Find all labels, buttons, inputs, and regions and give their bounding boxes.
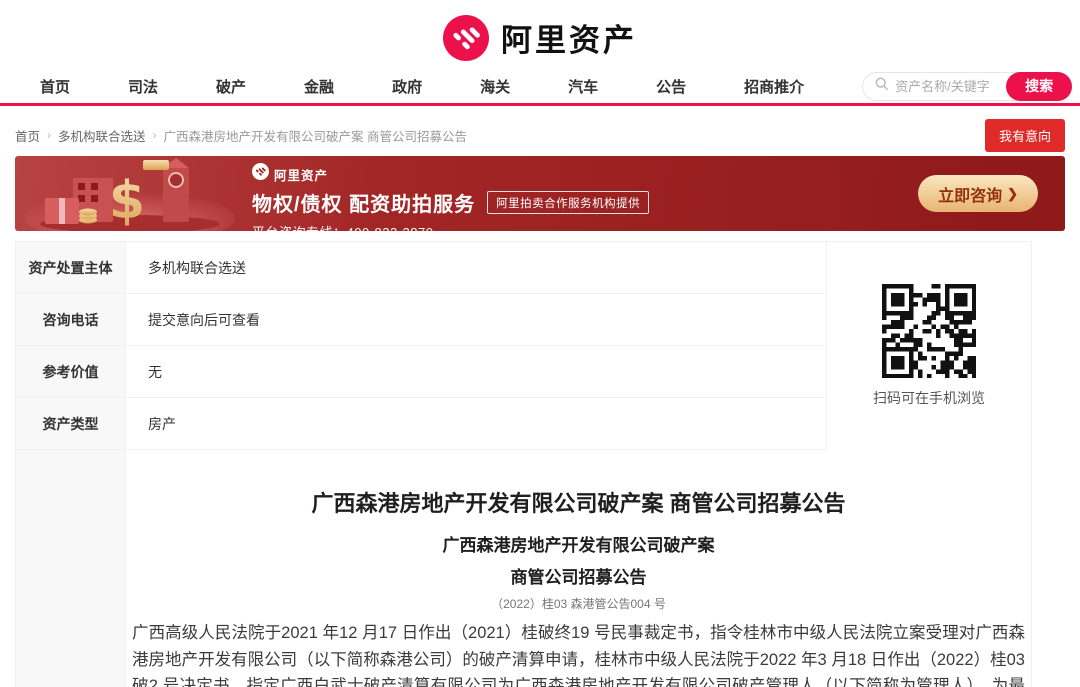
arrow-right-icon: ❯	[1007, 185, 1018, 201]
nav-item-finance[interactable]: 金融	[304, 76, 334, 97]
info-value-ref-value: 无	[126, 346, 826, 398]
announcement-subtitle2: 商管公司招募公告	[510, 568, 647, 587]
nav-item-judicial[interactable]: 司法	[128, 76, 158, 97]
nav-item-government[interactable]: 政府	[392, 76, 422, 97]
info-label-disposer: 资产处置主体	[16, 242, 126, 294]
intent-button[interactable]: 我有意向	[984, 118, 1065, 152]
nav-item-promotion[interactable]: 招商推介	[744, 76, 804, 97]
qr-panel: 扫码可在手机浏览	[826, 242, 1031, 450]
breadcrumb-separator-icon: ›	[152, 128, 157, 142]
info-value-asset-type: 房产	[126, 398, 826, 450]
announcement-section: 广西森港房地产开发有限公司破产案 商管公司招募公告 广西森港房地产开发有限公司破…	[16, 450, 1031, 687]
nav-item-notice[interactable]: 公告	[656, 76, 686, 97]
banner-tag: 阿里拍卖合作服务机构提供	[487, 191, 650, 214]
asset-detail-box: 资产处置主体 多机构联合选送 扫码可在手机浏览 咨询电话 提交意向后可查看 参考…	[15, 241, 1032, 687]
svg-text:$: $	[109, 171, 145, 231]
info-label-phone: 咨询电话	[16, 294, 126, 346]
nav-item-bankruptcy[interactable]: 破产	[216, 76, 246, 97]
banner-brand-name: 阿里资产	[274, 168, 329, 183]
search-icon	[875, 77, 889, 96]
main-nav: 首页 司法 破产 金融 政府 海关 汽车 公告 招商推介 搜索	[0, 71, 1080, 106]
breadcrumb-home[interactable]: 首页	[15, 126, 40, 145]
announcement-title: 广西森港房地产开发有限公司破产案 商管公司招募公告	[311, 491, 846, 516]
announcement-doc-number: （2022）桂03 森港管公告004 号	[491, 597, 666, 611]
nav-item-auto[interactable]: 汽车	[568, 76, 598, 97]
qr-caption: 扫码可在手机浏览	[873, 390, 985, 407]
site-header: 阿里资产	[0, 0, 1080, 75]
breadcrumb: 首页 › 多机构联合选送 › 广西森港房地产开发有限公司破产案 商管公司招募公告…	[0, 118, 1080, 152]
breadcrumb-current: 广西森港房地产开发有限公司破产案 商管公司招募公告	[163, 129, 468, 144]
banner-illustration: $	[15, 156, 245, 231]
brand-gavel-icon[interactable]	[443, 14, 489, 61]
announcement-content: 广西森港房地产开发有限公司破产案 商管公司招募公告 广西森港房地产开发有限公司破…	[126, 450, 1031, 687]
announcement-subtitle1: 广西森港房地产开发有限公司破产案	[442, 536, 715, 555]
info-value-phone: 提交意向后可查看	[126, 294, 826, 346]
nav-item-customs[interactable]: 海关	[480, 76, 510, 97]
breadcrumb-category[interactable]: 多机构联合选送	[58, 126, 146, 145]
announcement-body: 广西高级人民法院于2021 年12 月17 日作出（2021）桂破终19 号民事…	[132, 624, 1025, 687]
banner-brand-icon	[252, 163, 269, 185]
nav-item-home[interactable]: 首页	[40, 76, 70, 97]
brand-name[interactable]: 阿里资产	[501, 15, 637, 60]
search-button[interactable]: 搜索	[1006, 71, 1073, 101]
consult-now-label: 立即咨询	[938, 187, 1003, 205]
info-value-disposer: 多机构联合选送	[126, 242, 826, 294]
banner-hotline: 平台咨询专线：400-822-2870	[252, 222, 649, 231]
announcement-label-cell	[16, 450, 126, 687]
breadcrumb-separator-icon: ›	[47, 128, 52, 142]
banner-title: 物权/债权 配资助拍服务	[252, 194, 476, 216]
asset-info-table: 资产处置主体 多机构联合选送 扫码可在手机浏览 咨询电话 提交意向后可查看 参考…	[16, 242, 1031, 450]
info-label-ref-value: 参考价值	[16, 346, 126, 398]
promo-banner[interactable]: $ 阿里资产 物权/债权 配资助拍服务 阿里拍卖合作服务机构提供 立即咨询 ❯	[15, 156, 1065, 231]
search-box[interactable]: 搜索	[862, 71, 1073, 101]
banner-text-block: 阿里资产 物权/债权 配资助拍服务 阿里拍卖合作服务机构提供 平台咨询专线：40…	[252, 163, 650, 231]
info-label-asset-type: 资产类型	[16, 398, 126, 450]
qr-code	[881, 283, 977, 379]
consult-now-button[interactable]: 立即咨询 ❯	[918, 175, 1038, 212]
